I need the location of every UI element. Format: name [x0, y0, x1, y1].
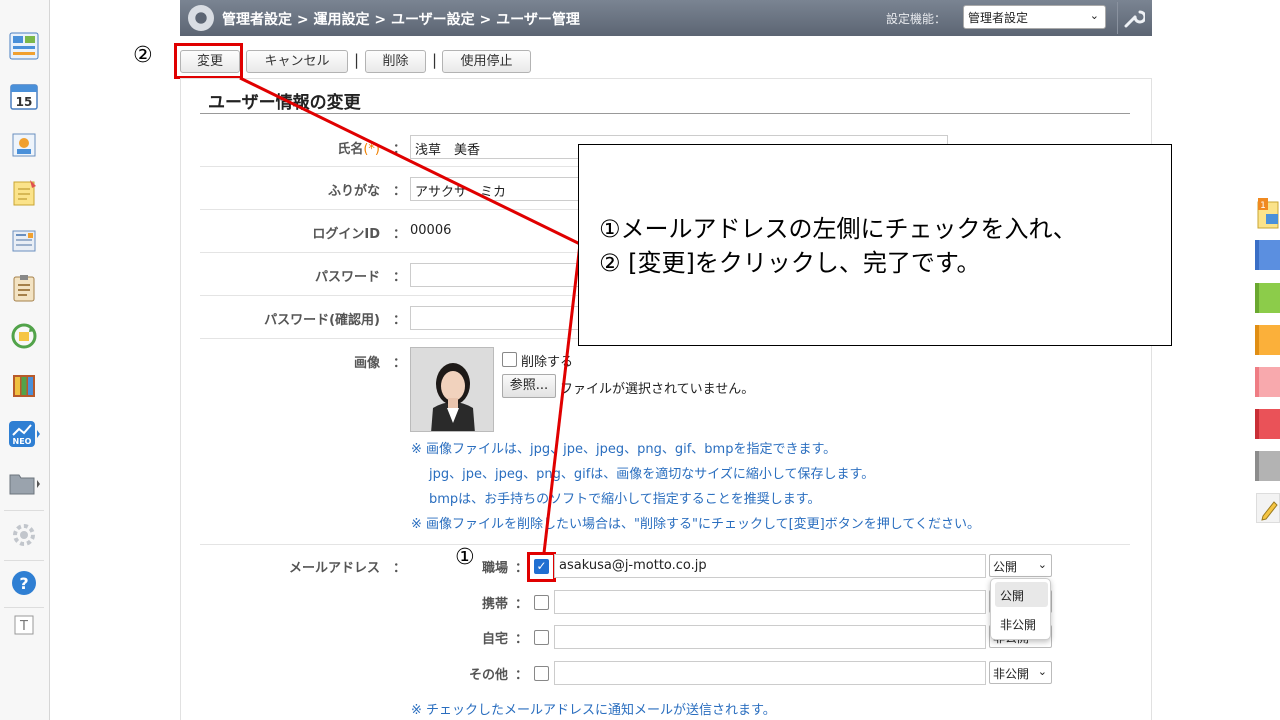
tab-edge [1255, 325, 1259, 355]
pencil-icon[interactable] [1256, 493, 1280, 523]
screen: { "header": { "breadcrumb": "管理者設定 > 運用設… [0, 0, 1280, 720]
tab-edge [1255, 240, 1259, 270]
tab-edge [1255, 367, 1259, 397]
callout-line-1: ①メールアドレスの左側にチェックを入れ、 [599, 215, 1077, 243]
callout-line-2: ② [変更]をクリックし、完了です。 [599, 249, 981, 277]
annotation-lines [239, 76, 582, 554]
tab-edge [1255, 283, 1259, 313]
tab-edge [1255, 451, 1259, 481]
callout-line-to-change-button [239, 76, 581, 246]
instruction-callout: ①メールアドレスの左側にチェックを入れ、 ② [変更]をクリックし、完了です。 [578, 144, 1172, 346]
notification-icon[interactable]: 1 [1256, 196, 1280, 229]
callout-line-to-checkbox [542, 243, 582, 554]
tab-edge [1255, 409, 1259, 439]
svg-text:1: 1 [1260, 201, 1266, 211]
